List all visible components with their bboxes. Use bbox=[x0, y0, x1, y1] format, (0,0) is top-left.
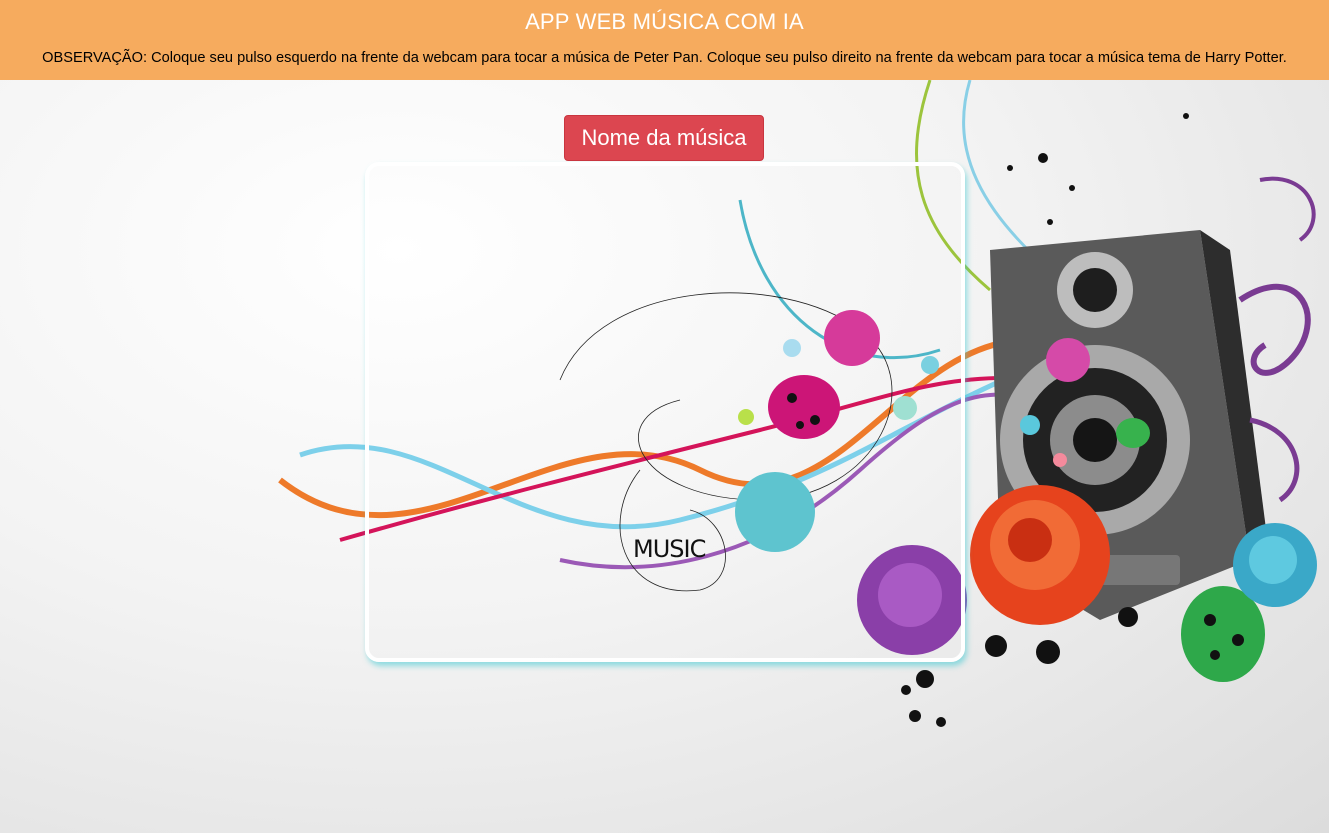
webcam-video-frame bbox=[365, 162, 965, 662]
app-header: APP WEB MÚSICA COM IA OBSERVAÇÃO: Coloqu… bbox=[0, 0, 1329, 80]
song-name-button[interactable]: Nome da música bbox=[564, 115, 764, 161]
app-title: APP WEB MÚSICA COM IA bbox=[525, 9, 804, 34]
instructions-note: OBSERVAÇÃO: Coloque seu pulso esquerdo n… bbox=[42, 50, 1287, 66]
